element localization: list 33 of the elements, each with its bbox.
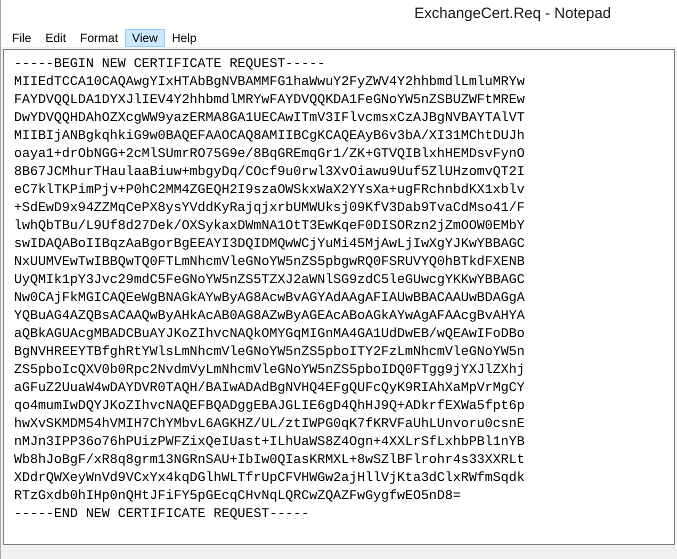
text-line: -----BEGIN NEW CERTIFICATE REQUEST----- — [14, 55, 326, 73]
text-line: +SdEwD9x94ZZMqCePX8ysYVddKyRajqjxrbUMWUksj09KfV3Dab9TvaCdMso41/F — [14, 199, 525, 217]
text-line: MIIBIjANBgkqhkiG9w0BAQEFAAOCAQ8AMIIBCgKCAQEAyB6v3bA/XI31MChtDUJh — [14, 127, 525, 145]
text-line: FAYDVQQLDA1DYXJlIEV4Y2hhbmdlMRYwFAYDVQQKDA1FeGNoYW5nZSBUZWFtMREw — [14, 91, 525, 109]
menu-item[interactable]: View — [125, 29, 165, 47]
text-line: 8B67JCMhurTHaulaaBiuw+mbgyDq/COcf9u0rwl3XvOiawu9Uuf5ZlUHzomvQT2I — [14, 163, 525, 181]
menu-item[interactable]: File — [5, 29, 38, 47]
menu-item[interactable]: Format — [73, 29, 126, 47]
menu-item[interactable]: Help — [164, 29, 204, 47]
text-line: Wb8hJoBgF/xR8q8grm13NGRnSAU+IbIw0QIasKRMXL+8wSZlBFlrohr4s33XXRLt — [14, 451, 525, 469]
text-line: swIDAQABoIIBqzAaBgorBgEEAYI3DQIDMQwWCjYuMi45MjAwLjIwXgYJKwYBBAGC — [14, 235, 525, 253]
text-line: eC7klTKPimPjv+P0hC2MM4ZGEQH2I9szaOWSkxWaX2YYsXa+ugFRchnbdKX1xblv — [14, 181, 525, 199]
text-line: DwYDVQQHDAhOZXcgWW9yazERMA8GA1UECAwITmV3IFlvcmsxCzAJBgNVBAYTAlVT — [14, 109, 525, 127]
text-line: aGFuZ2UuaW4wDAYDVR0TAQH/BAIwADAdBgNVHQ4EFgQUFcQyK9RIAhXaMpVrMgCY — [14, 379, 525, 397]
text-line: ZS5pboIcQXV0b0Rpc2NvdmVyLmNhcmVleGNoYW5nZS5pboIDQ0FTgg9jYXJlZXhj — [14, 361, 525, 379]
menu-item[interactable]: Edit — [38, 29, 74, 47]
window-title: ExchangeCert.Req - Notepad — [414, 4, 611, 24]
text-line: aQBkAGUAcgMBADCBuAYJKoZIhvcNAQkOMYGqMIGnMA4GA1UdDwEB/wQEAwIFoDBo — [14, 325, 525, 343]
text-line: MIIEdTCCA10CAQAwgYIxHTAbBgNVBAMMFG1haWwuY2FyZWV4Y2hhbmdlLmluMRYw — [14, 73, 525, 91]
text-line: qo4mumIwDQYJKoZIhvcNAQEFBQADggEBAJGLIE6gD4QhHJ9Q+ADkrfEXWa5fpt6p — [14, 397, 525, 415]
text-line: hwXvSKMDM54hVMIH7ChYMbvL6AGKHZ/UL/ztIWPG0qK7fKRVFaUhLUnvoru0csnE — [14, 415, 525, 433]
text-line: lwhQbTBu/L9Uf8d27Dek/OXSykaxDWmNA1OtT3EwKqeF0DISORzn2jZmOOW0EMbY — [14, 217, 525, 235]
text-line: UyQMIk1pY3Jvc29mdC5FeGNoYW5nZS5TZXJ2aWNlSG9zdC5leGUwcgYKKwYBBAGC — [14, 271, 525, 289]
text-editor[interactable] — [3, 49, 675, 545]
text-line: RTzGxdb0hIHp0nQHtJFiFY5pGEcqCHvNqLQRCwZQAZFwGygfwEO5nD8= — [14, 487, 461, 505]
text-line: nMJn3IPP36o76hPUizPWFZixQeIUast+ILhUaWS8Z4Ogn+4XXLrSfLxhbPBl1nYB — [14, 433, 525, 451]
text-line: YQBuAG4AZQBsACAAQwByAHkAcAB0AG8AZwByAGEAcABoAGkAYwAgAFAAcgBvAHYA — [14, 307, 525, 325]
text-line: BgNVHREEYTBfghRtYWlsLmNhcmVleGNoYW5nZS5pboITY2FzLmNhcmVleGNoYW5n — [14, 343, 525, 361]
text-line: Nw0CAjFkMGICAQEeWgBNAGkAYwByAG8AcwBvAGYAdAAgAFIAUwBBACAAUwBDAGgA — [14, 289, 525, 307]
text-line: oaya1+drObNGG+2cMlSUmrRO75G9e/8BqGREmqGr1/ZK+GTVQIBlxhHEMDsvFynO — [14, 145, 525, 163]
text-line: -----END NEW CERTIFICATE REQUEST----- — [14, 505, 310, 523]
text-line: XDdrQWXeyWnVd9VCxYx4kqDGlhWLTfrUpCFVHWGw2ajHllVjKta3dClxRWfmSqdk — [14, 469, 525, 487]
text-line: NxUUMVEwTwIBBQwTQ0FTLmNhcmVleGNoYW5nZS5pbgwRQ0FSRUVYQ0hBTkdFXENB — [14, 253, 525, 271]
